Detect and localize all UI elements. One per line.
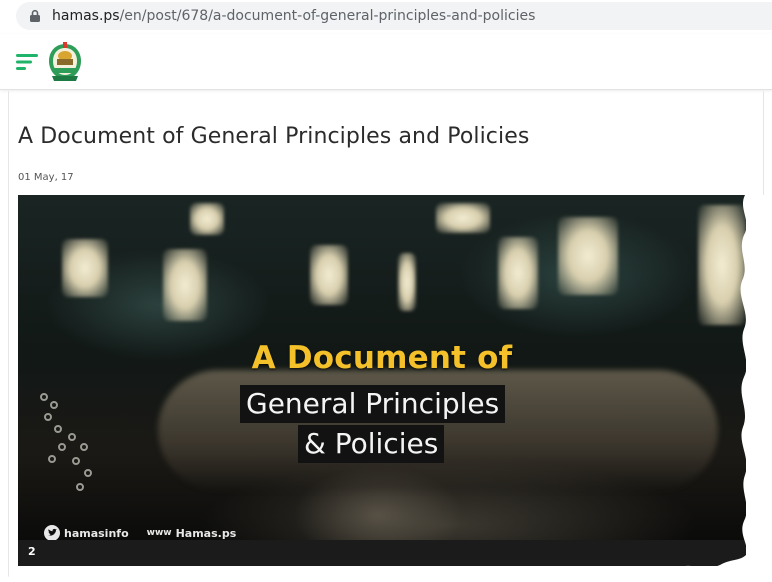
video-player[interactable]: A Document of General Principles & Polic…	[18, 195, 746, 540]
player-controls-bar[interactable]: 2	[18, 540, 746, 566]
background-light	[498, 237, 538, 309]
address-bar[interactable]: hamas.ps/en/post/678/a-document-of-gener…	[16, 2, 772, 30]
video-social-row: hamasinfo www Hamas.ps	[44, 525, 236, 540]
video-title-line2: General Principles	[240, 385, 506, 423]
background-light	[62, 239, 108, 297]
prayer-beads-graphic	[40, 393, 92, 491]
background-light	[190, 203, 224, 235]
player-time: 2	[28, 545, 36, 558]
video-title-line1: A Document of	[251, 340, 513, 376]
post-title: A Document of General Principles and Pol…	[18, 124, 530, 149]
lock-icon	[30, 9, 40, 22]
background-light	[436, 203, 490, 233]
background-light	[698, 205, 746, 325]
background-light	[163, 249, 207, 321]
url-host: hamas.ps	[52, 8, 120, 24]
site-header	[0, 34, 772, 90]
url-path: /en/post/678/a-document-of-general-princ…	[119, 8, 536, 24]
twitter-icon	[44, 525, 60, 540]
background-light	[398, 253, 416, 311]
hamburger-menu-icon[interactable]	[16, 54, 38, 70]
hamas-emblem-logo[interactable]	[46, 42, 84, 82]
web-icon: www	[146, 528, 172, 538]
post-date: 01 May, 17	[18, 172, 74, 183]
background-light	[558, 217, 618, 295]
website-label: Hamas.ps	[175, 526, 237, 540]
background-light	[310, 245, 348, 305]
twitter-handle: hamasinfo	[64, 526, 129, 540]
video-title-line3: & Policies	[298, 425, 445, 463]
